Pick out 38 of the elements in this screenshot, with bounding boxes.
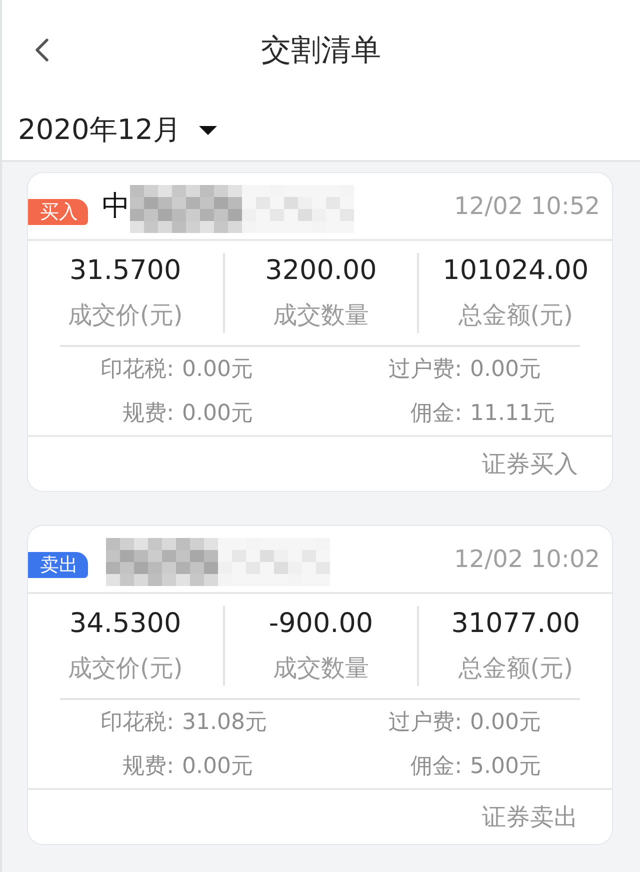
page-title: 交割清单: [260, 32, 382, 70]
fee-value: 0.00元: [469, 356, 541, 384]
fee-value: 0.00元: [181, 400, 253, 428]
fee-value: 0.00元: [181, 356, 253, 384]
trade-side-tag: 买入: [28, 199, 88, 225]
trade-side-tag: 卖出: [28, 552, 88, 578]
stat-label: 成交价(元): [68, 653, 183, 684]
fee-label: 佣金:: [410, 400, 462, 428]
stat-value: 34.5300: [70, 607, 182, 641]
month-selector[interactable]: 2020年12月: [18, 111, 217, 149]
stat-label: 成交数量: [272, 653, 369, 684]
trade-type: 证券卖出: [482, 802, 578, 833]
fee-label: 印花税:: [100, 709, 174, 737]
fee-value: 0.00元: [181, 753, 253, 781]
stat-value: -900.00: [268, 607, 374, 641]
fee-label: 规费:: [122, 753, 174, 781]
caret-icon: [198, 126, 217, 134]
stock-name: 中: [102, 188, 130, 224]
stat-label: 总金额(元): [458, 300, 574, 331]
stat-label: 总金额(元): [458, 653, 574, 684]
fee-value: 31.08元: [181, 709, 267, 737]
stat-label: 成交数量: [272, 300, 369, 331]
trade-time: 12/02 10:52: [454, 192, 600, 220]
stat-value: 31.5700: [70, 254, 182, 288]
fee-value: 11.11元: [469, 400, 555, 428]
fee-label: 印花税:: [100, 356, 174, 384]
trade-type: 证券买入: [482, 449, 578, 480]
fee-label: 佣金:: [410, 753, 462, 781]
fee-label: 规费:: [122, 400, 174, 428]
fee-label: 过户费:: [388, 356, 462, 384]
stat-value: 101024.00: [442, 254, 589, 288]
stat-value: 3200.00: [265, 254, 377, 288]
fee-label: 过户费:: [388, 709, 462, 737]
stat-value: 31077.00: [451, 607, 580, 641]
stat-label: 成交价(元): [68, 300, 183, 331]
trade-time: 12/02 10:02: [454, 545, 600, 573]
fee-value: 5.00元: [469, 753, 541, 781]
fee-value: 0.00元: [469, 709, 541, 737]
